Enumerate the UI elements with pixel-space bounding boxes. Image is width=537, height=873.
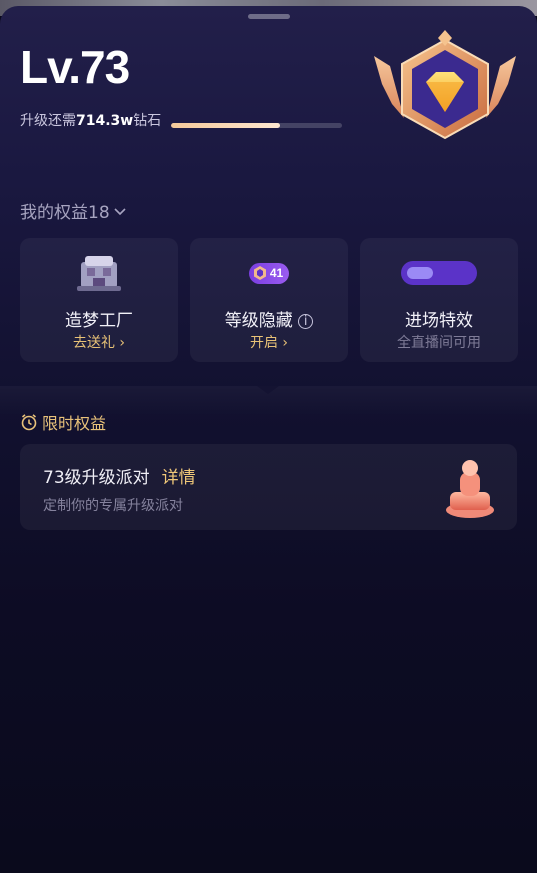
drag-handle[interactable] — [248, 14, 290, 19]
card-name: 造梦工厂 — [65, 311, 133, 331]
party-trophy-icon — [446, 460, 494, 518]
chevron-down-icon — [114, 207, 126, 215]
chevron-right-icon: › — [282, 335, 289, 351]
level-badge-pill: 41 — [248, 262, 290, 284]
upgrade-requirement: 升级还需714.3w钻石 — [20, 113, 162, 129]
level-title: Lv.73 — [20, 41, 130, 93]
level-progress-bar — [171, 123, 342, 128]
card-action: 全直播间可用 — [397, 335, 481, 351]
my-rights-toggle[interactable]: 我的权益18 — [20, 198, 128, 223]
party-title: 73级升级派对 — [43, 468, 150, 488]
card-action: 开启 › — [249, 335, 289, 351]
level-sheet: Lv.73 升级还需714.3w钻石 我的权益18 造梦工厂 去送礼 › 41 … — [0, 6, 537, 873]
party-details-link[interactable]: 详情 — [162, 463, 196, 488]
dream-factory-icon — [77, 256, 121, 291]
card-name: 等级隐藏 i — [190, 306, 348, 331]
dream-factory-card[interactable]: 造梦工厂 去送礼 › — [20, 238, 178, 362]
limited-rights-title: 限时权益 — [20, 410, 106, 434]
entrance-effect-card[interactable]: 进场特效 全直播间可用 — [360, 238, 518, 362]
level-hide-card[interactable]: 41 等级隐藏 i 开启 › — [190, 238, 348, 362]
chevron-right-icon: › — [119, 335, 126, 351]
section-notch — [257, 386, 279, 394]
entrance-effect-icon — [401, 261, 477, 285]
upgrade-amount: 714.3w — [76, 113, 134, 129]
level-progress-fill — [171, 123, 281, 128]
upgrade-party-card[interactable]: 73级升级派对 详情 定制你的专属升级派对 — [20, 444, 517, 530]
level-badge-icon — [374, 30, 516, 140]
level-badge-icon — [253, 266, 266, 280]
alarm-clock-icon — [21, 414, 37, 431]
card-name: 进场特效 — [405, 311, 473, 331]
info-icon[interactable]: i — [298, 313, 314, 329]
party-description: 定制你的专属升级派对 — [43, 498, 183, 514]
card-action: 去送礼 › — [72, 335, 126, 351]
